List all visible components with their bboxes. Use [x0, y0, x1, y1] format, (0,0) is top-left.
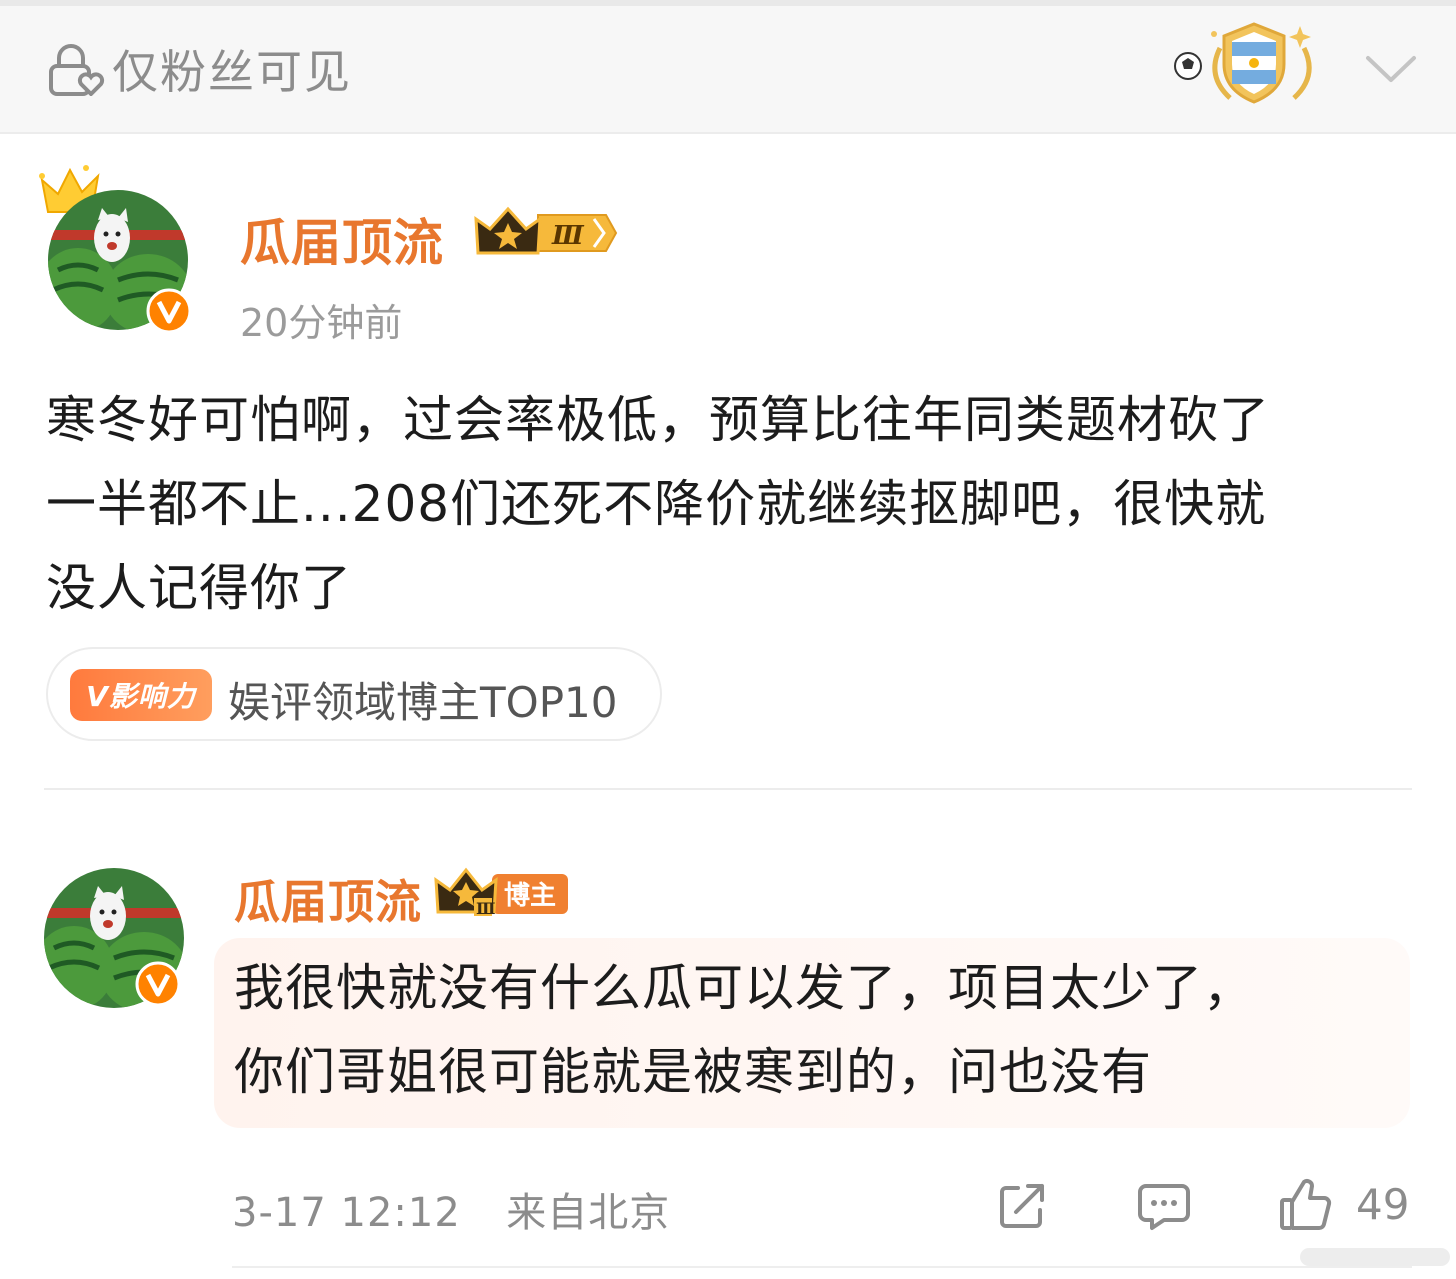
bottom-divider — [232, 1266, 1412, 1268]
verified-v-badge-icon — [146, 288, 192, 334]
reply-content: 我很快就没有什么瓜可以发了，项目太少了， 你们哥姐很可能就是被寒到的，问也没有 — [234, 946, 1394, 1114]
verified-v-badge-icon — [135, 961, 181, 1007]
post-line: 寒冬好可怕啊，过会率极低，预算比往年同类题材砍了 — [46, 391, 1270, 449]
blogger-badge-icon[interactable]: 博主 Ⅲ — [434, 866, 570, 920]
reply-line: 我很快就没有什么瓜可以发了，项目太少了， — [234, 959, 1254, 1017]
watermark-blur-icon — [1300, 1248, 1450, 1266]
reply-meta: 3-17 12:12 来自北京 — [232, 1180, 670, 1238]
post-line: 没人记得你了 — [46, 559, 352, 617]
post-time: 20分钟前 — [240, 301, 403, 345]
chevron-down-icon[interactable] — [1364, 52, 1418, 86]
reply-line: 你们哥姐很可能就是被寒到的，问也没有 — [234, 1043, 1152, 1101]
post-line: 一半都不止...208们还死不降价就继续抠脚吧，很快就 — [46, 475, 1267, 533]
influence-tag[interactable]: V影响力 娱评领域博主TOP10 — [46, 647, 662, 741]
post-content: 寒冬好可怕啊，过会率极低，预算比往年同类题材砍了 一半都不止...208们还死不… — [46, 378, 1416, 630]
like-count: 49 — [1356, 1180, 1410, 1229]
reply-location: 来自北京 — [506, 1190, 671, 1236]
v-influence-badge: V影响力 — [70, 669, 212, 721]
reply-level-text: Ⅲ — [476, 899, 495, 918]
blogger-badge-text: 博主 — [504, 881, 556, 911]
thumbs-up-icon[interactable] — [1278, 1176, 1332, 1232]
influence-label: 娱评领域博主TOP10 — [228, 678, 618, 727]
visibility-bar: 仅粉丝可见 — [0, 0, 1456, 134]
level-text: Ⅲ — [551, 221, 585, 251]
level-crown-badge-icon[interactable]: Ⅲ — [474, 205, 620, 261]
comment-icon[interactable] — [1136, 1180, 1192, 1232]
share-icon[interactable] — [996, 1180, 1048, 1232]
reply-bubble: 我很快就没有什么瓜可以发了，项目太少了， 你们哥姐很可能就是被寒到的，问也没有 — [214, 938, 1410, 1128]
reply-author-name[interactable]: 瓜届顶流 — [234, 866, 422, 932]
author-name[interactable]: 瓜届顶流 — [240, 203, 444, 275]
visibility-label: 仅粉丝可见 — [112, 45, 352, 99]
lock-heart-icon — [49, 44, 105, 96]
reply-date: 3-17 12:12 — [232, 1190, 461, 1236]
argentina-football-badge-icon[interactable] — [1170, 18, 1318, 110]
top-edge — [0, 0, 1456, 6]
divider — [44, 788, 1412, 790]
